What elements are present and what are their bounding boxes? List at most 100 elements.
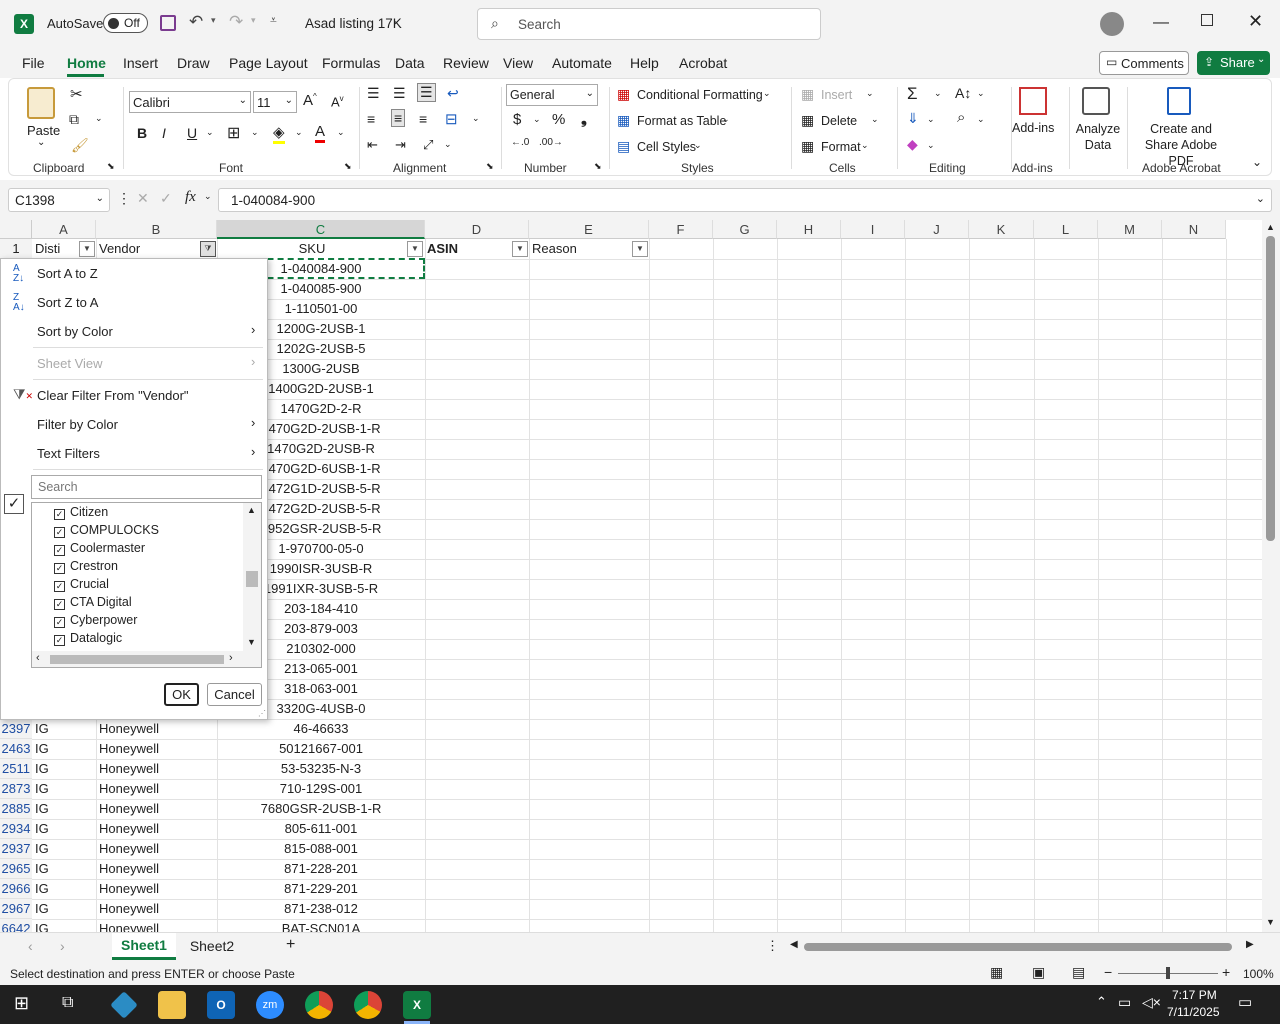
cell-sku[interactable]: 710-129S-001 [218,779,424,799]
cell-disti[interactable]: IG [35,799,93,819]
column-header-l[interactable]: L [1034,220,1098,239]
name-box[interactable]: C1398 ⌄ [8,188,110,212]
clear-chevron-icon[interactable]: ⌄ [927,140,935,151]
column-header-h[interactable]: H [777,220,841,239]
merge-chevron-icon[interactable]: ⌄ [472,113,480,124]
format-table-chevron-icon[interactable]: ⌄ [722,114,730,125]
cell-vendor[interactable]: Honeywell [99,739,214,759]
cell-disti[interactable]: IG [35,859,93,879]
number-format-select[interactable]: General ⌄ [506,84,598,106]
delete-chevron-icon[interactable]: ⌄ [871,114,879,125]
zoom-app-icon[interactable]: zm [256,991,284,1019]
function-chevron-icon[interactable]: ⌄ [204,191,212,202]
row-header[interactable]: 2463 [0,739,32,759]
align-left-icon[interactable]: ≡ [367,111,375,127]
fill-icon[interactable]: ⇓ [907,110,919,127]
currency-icon[interactable]: $ [513,111,521,128]
tab-help[interactable]: Help [630,55,659,71]
increase-decimal-icon[interactable]: ←.0 [511,137,529,148]
orientation-chevron-icon[interactable]: ⌄ [444,139,452,150]
row-header[interactable]: 2967 [0,899,32,919]
header-cell-disti[interactable]: Disti [35,239,79,259]
save-icon[interactable] [160,15,176,31]
column-header-k[interactable]: K [969,220,1034,239]
paste-button[interactable]: Paste [27,123,60,138]
underline-icon[interactable]: U [187,125,197,141]
column-header-f[interactable]: F [649,220,713,239]
header-cell-vendor[interactable]: Vendor [99,239,189,259]
cell-sku[interactable]: 871-238-012 [218,899,424,919]
cell-styles-icon[interactable]: ▤ [617,138,630,155]
fill-down-chevron-icon[interactable]: ⌄ [927,114,935,125]
sort-z-to-a[interactable]: Sort Z to A [37,295,98,310]
format-painter-icon[interactable]: 🖌 [71,137,89,154]
underline-chevron-icon[interactable]: ⌄ [206,127,214,138]
tab-file[interactable]: File [22,55,45,71]
acrobat-pdf-icon[interactable] [1167,87,1191,115]
sort-filter-icon[interactable]: A↕ [955,85,971,101]
format-chevron-icon[interactable]: ⌄ [861,140,869,151]
conditional-formatting-button[interactable]: Conditional Formatting [637,88,763,102]
select-all-corner[interactable] [0,220,32,239]
column-header-j[interactable]: J [905,220,969,239]
list-hscroll-thumb[interactable] [50,655,224,664]
cell-vendor[interactable]: Honeywell [99,799,214,819]
tab-home[interactable]: Home [67,55,106,71]
file-explorer-icon[interactable] [158,991,186,1019]
filter-dropdown-sku-icon[interactable]: ▼ [407,241,423,257]
cell-sku[interactable]: 871-228-201 [218,859,424,879]
borders-icon[interactable]: ⊞ [227,123,240,143]
conditional-formatting-icon[interactable]: ▦ [617,86,630,103]
comma-icon[interactable]: ❟ [581,111,587,128]
cell-disti[interactable]: IG [35,879,93,899]
zoom-out-icon[interactable]: − [1104,964,1112,980]
analyze-data-button[interactable]: Analyze Data [1075,121,1121,153]
decrease-decimal-icon[interactable]: .00→ [539,137,563,148]
column-header-g[interactable]: G [713,220,777,239]
tab-view[interactable]: View [503,55,533,71]
vertical-scrollbar[interactable]: ▲ ▼ [1262,220,1280,932]
column-header-c[interactable]: C [217,220,425,239]
cell-vendor[interactable]: Honeywell [99,859,214,879]
clipboard-launcher-icon[interactable]: ⬊ [107,161,115,172]
filter-value-item[interactable]: ✓ Citizen [54,503,108,521]
column-header-m[interactable]: M [1098,220,1162,239]
orientation-icon[interactable]: ⤢ [423,137,433,153]
clock-date[interactable]: 7/11/2025 [1167,1005,1220,1019]
percent-icon[interactable]: % [552,111,565,128]
filter-value-item[interactable]: ✓ COMPULOCKS [54,521,159,539]
excel-taskbar-icon[interactable]: X [403,991,431,1019]
filter-search-input[interactable]: Search [31,475,262,499]
insert-function-icon[interactable]: fx [185,189,196,206]
cell-vendor[interactable]: Honeywell [99,899,214,919]
cell-disti[interactable]: IG [35,719,93,739]
autosum-chevron-icon[interactable]: ⌄ [934,88,942,99]
checkbox-checked-icon[interactable]: ✓ [54,617,65,628]
zoom-level[interactable]: 100% [1243,967,1274,981]
next-sheet-icon[interactable]: › [60,938,65,954]
ok-button[interactable]: OK [164,683,199,706]
zoom-slider-thumb[interactable] [1166,967,1170,979]
redo-dropdown-icon[interactable]: ▾ [251,15,256,26]
tab-insert[interactable]: Insert [123,55,158,71]
align-bottom-icon[interactable]: ☰ [417,83,436,102]
bold-icon[interactable]: B [137,125,147,141]
checkbox-checked-icon[interactable]: ✓ [54,545,65,556]
row-header[interactable]: 2937 [0,839,32,859]
cond-format-chevron-icon[interactable]: ⌄ [763,88,771,99]
redo-icon[interactable]: ↷ [229,12,243,32]
column-header-n[interactable]: N [1162,220,1226,239]
page-break-view-icon[interactable]: ▤ [1072,964,1085,981]
autosave-toggle[interactable]: Off [103,13,148,33]
notification-icon[interactable]: ▭ [1238,993,1252,1011]
page-layout-view-icon[interactable]: ▣ [1032,964,1045,981]
document-title[interactable]: Asad listing 17K [305,16,402,31]
checkbox-checked-icon[interactable]: ✓ [54,527,65,538]
list-scroll-thumb[interactable] [246,571,258,587]
checkbox-checked-icon[interactable]: ✓ [54,635,65,646]
cell-disti[interactable]: IG [35,919,93,932]
decrease-font-icon[interactable]: Av [331,94,344,109]
sort-by-color[interactable]: Sort by Color [37,324,113,339]
chrome-profile-icon[interactable] [354,991,382,1019]
filter-values-list[interactable]: ✓ Citizen ✓ COMPULOCKS ✓ Coolermaster ✓ Crestro… [31,502,262,668]
